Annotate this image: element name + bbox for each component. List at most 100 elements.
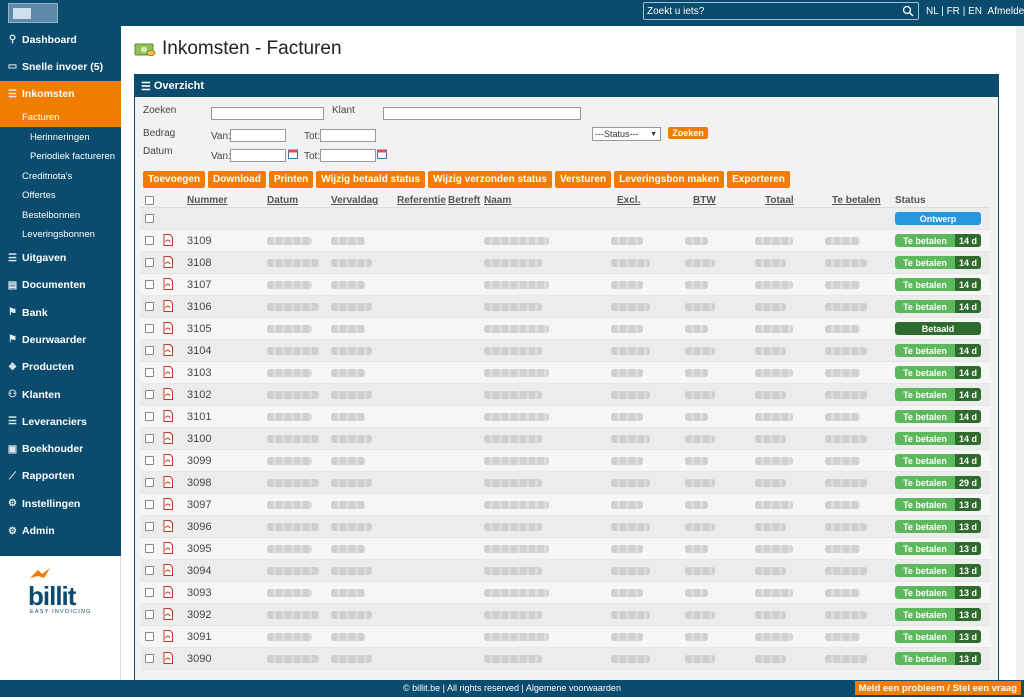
table-row[interactable]: 3103 Te betalen 14 d (141, 362, 990, 384)
row-checkbox[interactable] (145, 522, 154, 531)
table-row[interactable]: 3104 Te betalen 14 d (141, 340, 990, 362)
pdf-icon[interactable] (163, 498, 173, 510)
global-search[interactable] (643, 2, 919, 20)
status-badge[interactable]: Te betalen 14 d (895, 344, 981, 357)
pdf-icon[interactable] (163, 520, 173, 532)
invoice-number[interactable]: 3095 (187, 543, 211, 555)
table-row[interactable]: 3098 Te betalen 29 d (141, 472, 990, 494)
table-row[interactable]: 3099 Te betalen 14 d (141, 450, 990, 472)
lang-fr[interactable]: FR (947, 6, 960, 17)
amount-from-input[interactable] (230, 129, 286, 142)
invoice-number[interactable]: 3103 (187, 367, 211, 379)
pdf-icon[interactable] (163, 454, 173, 466)
row-checkbox[interactable] (145, 346, 154, 355)
pdf-icon[interactable] (163, 652, 173, 664)
sidebar-item-bank[interactable]: ⚑ Bank (0, 299, 121, 326)
status-badge[interactable]: Te betalen 29 d (895, 476, 981, 489)
sidebar-subitem-periodiek[interactable]: Periodiek factureren (0, 147, 121, 167)
sidebar-subitem-bestelbonnen[interactable]: Bestelbonnen (0, 205, 121, 225)
pdf-icon[interactable] (163, 586, 173, 598)
col-referentie[interactable]: Referentie (397, 195, 446, 206)
invoice-number[interactable]: 3090 (187, 653, 211, 665)
invoice-number[interactable]: 3107 (187, 279, 211, 291)
wijzig-verzonden-status-button[interactable]: Wijzig verzonden status (428, 171, 552, 188)
invoice-number[interactable]: 3092 (187, 609, 211, 621)
sidebar-item-snelle-invoer[interactable]: ▭ Snelle invoer (5) (0, 53, 121, 80)
table-row[interactable]: 3105 Betaald (141, 318, 990, 340)
row-checkbox[interactable] (145, 588, 154, 597)
status-badge[interactable]: Te betalen 13 d (895, 542, 981, 555)
row-checkbox[interactable] (145, 280, 154, 289)
row-checkbox[interactable] (145, 632, 154, 641)
page-scrollbar[interactable] (1016, 26, 1024, 680)
pdf-icon[interactable] (163, 630, 173, 642)
search-input[interactable] (647, 4, 897, 18)
row-checkbox[interactable] (145, 412, 154, 421)
table-row[interactable]: 3106 Te betalen 14 d (141, 296, 990, 318)
table-row[interactable]: 3102 Te betalen 14 d (141, 384, 990, 406)
row-checkbox[interactable] (145, 390, 154, 399)
printen-button[interactable]: Printen (268, 171, 314, 188)
status-badge[interactable]: Te betalen 13 d (895, 608, 981, 621)
amount-to-input[interactable] (320, 129, 376, 142)
search-term-input[interactable] (211, 107, 324, 120)
sidebar-item-admin[interactable]: ⚙ Admin (0, 517, 121, 544)
sidebar-item-boekhouder[interactable]: ▣ Boekhouder (0, 435, 121, 462)
row-checkbox[interactable] (145, 324, 154, 333)
pdf-icon[interactable] (163, 388, 173, 400)
invoice-number[interactable]: 3106 (187, 301, 211, 313)
invoice-number[interactable]: 3096 (187, 521, 211, 533)
versturen-button[interactable]: Versturen (554, 171, 612, 188)
invoice-number[interactable]: 3094 (187, 565, 211, 577)
row-checkbox[interactable] (145, 544, 154, 553)
col-totaal[interactable]: Totaal (765, 195, 794, 206)
table-row[interactable]: 3108 Te betalen 14 d (141, 252, 990, 274)
col-vervaldag[interactable]: Vervaldag (331, 195, 378, 206)
invoice-number[interactable]: 3100 (187, 433, 211, 445)
row-checkbox[interactable] (145, 478, 154, 487)
status-badge[interactable]: Te betalen 14 d (895, 388, 981, 401)
sidebar-item-uitgaven[interactable]: ☰ Uitgaven (0, 244, 121, 271)
col-betreft[interactable]: Betreft (448, 195, 480, 206)
pdf-icon[interactable] (163, 344, 173, 356)
wijzig-betaald-status-button[interactable]: Wijzig betaald status (316, 171, 426, 188)
sidebar-subitem-leveringsbonnen[interactable]: Leveringsbonnen (0, 225, 121, 245)
toevoegen-button[interactable]: Toevoegen (143, 171, 206, 188)
sidebar-item-documenten[interactable]: ▤ Documenten (0, 272, 121, 299)
search-icon[interactable] (902, 5, 914, 17)
table-row[interactable]: 3090 Te betalen 13 d (141, 648, 990, 670)
app-logo[interactable] (8, 3, 58, 23)
col-naam[interactable]: Naam (484, 195, 511, 206)
table-row[interactable]: 3107 Te betalen 14 d (141, 274, 990, 296)
pdf-icon[interactable] (163, 608, 173, 620)
pdf-icon[interactable] (163, 256, 173, 268)
sidebar-item-dashboard[interactable]: ⚲ Dashboard (0, 26, 121, 53)
sidebar-subitem-offertes[interactable]: Offertes (0, 186, 121, 206)
row-checkbox[interactable] (145, 258, 154, 267)
pdf-icon[interactable] (163, 410, 173, 422)
pdf-icon[interactable] (163, 366, 173, 378)
table-row[interactable]: 3100 Te betalen 14 d (141, 428, 990, 450)
row-checkbox[interactable] (145, 236, 154, 245)
table-row[interactable]: 3093 Te betalen 13 d (141, 582, 990, 604)
row-checkbox[interactable] (145, 368, 154, 377)
invoice-number[interactable]: 3104 (187, 345, 211, 357)
table-row[interactable]: 3096 Te betalen 13 d (141, 516, 990, 538)
sidebar-item-klanten[interactable]: ⚇ Klanten (0, 381, 121, 408)
sidebar-item-rapporten[interactable]: ⟋ Rapporten (0, 463, 121, 490)
calendar-icon[interactable] (377, 149, 387, 159)
sidebar-subitem-herinneringen[interactable]: Herinneringen (0, 127, 121, 147)
table-row[interactable]: 3109 Te betalen 14 d (141, 230, 990, 252)
client-input[interactable] (383, 107, 581, 120)
row-checkbox[interactable] (145, 434, 154, 443)
download-button[interactable]: Download (208, 171, 266, 188)
invoice-number[interactable]: 3102 (187, 389, 211, 401)
row-checkbox[interactable] (145, 456, 154, 465)
report-problem-button[interactable]: Meld een probleem / Stel een vraag (854, 681, 1021, 695)
invoice-number[interactable]: 3097 (187, 499, 211, 511)
sidebar-subitem-creditnotas[interactable]: Creditnota's (0, 166, 121, 186)
pdf-icon[interactable] (163, 278, 173, 290)
status-badge[interactable]: Te betalen 13 d (895, 630, 981, 643)
sidebar-item-inkomsten[interactable]: ☰ Inkomsten (0, 80, 121, 108)
invoice-number[interactable]: 3099 (187, 455, 211, 467)
